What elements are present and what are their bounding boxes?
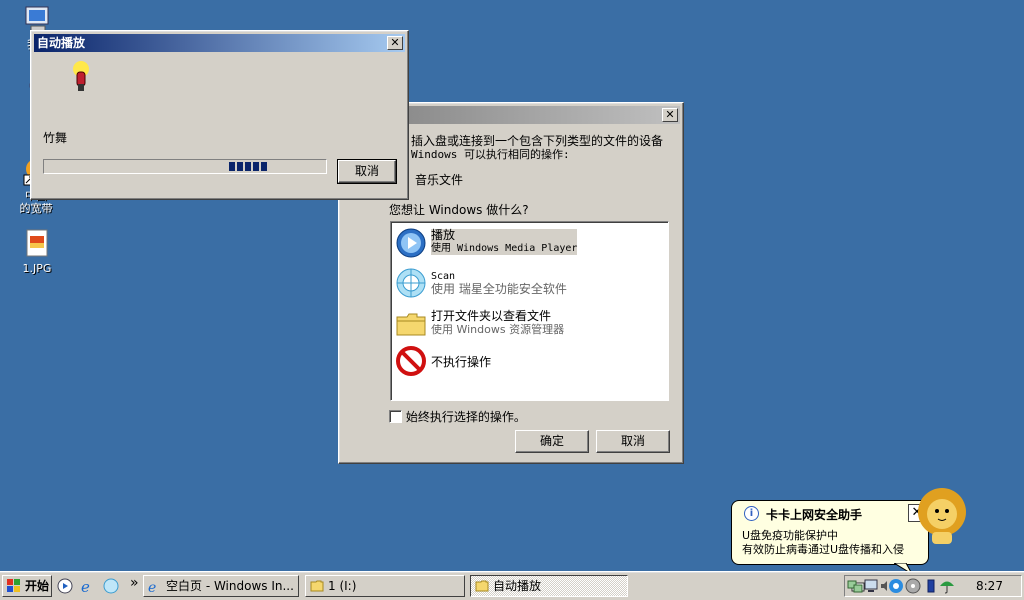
desktop-icon-1-jpg[interactable]: 1.JPG bbox=[5, 228, 69, 275]
internet-explorer-icon: e bbox=[148, 579, 162, 596]
task-button-drive[interactable]: 1 (I:) bbox=[305, 575, 465, 597]
option-subtitle: 使用 Windows 资源管理器 bbox=[431, 323, 565, 336]
close-icon: ✕ bbox=[390, 36, 400, 49]
option-title: 播放 bbox=[431, 228, 456, 242]
option-title: 打开文件夹以查看文件 bbox=[431, 309, 552, 323]
folder-icon bbox=[395, 309, 427, 342]
option-title: 不执行操作 bbox=[431, 355, 492, 369]
task-button-ie[interactable]: e 空白页 - Windows In... bbox=[143, 575, 299, 597]
option-open-folder[interactable]: 打开文件夹以查看文件 使用 Windows 资源管理器 bbox=[395, 307, 655, 339]
network-icon[interactable] bbox=[847, 578, 863, 597]
ok-button[interactable]: 确定 bbox=[515, 430, 589, 453]
progress-window-titlebar[interactable]: 自动播放 ✕ bbox=[34, 34, 405, 52]
info-icon: i bbox=[744, 506, 759, 521]
clock[interactable]: 8:27 bbox=[976, 578, 1003, 594]
desktop-icon-label: 1.JPG bbox=[22, 262, 52, 275]
option-subtitle: 使用 Windows Media Player bbox=[431, 243, 578, 254]
media-player-icon bbox=[395, 227, 427, 262]
display-icon[interactable] bbox=[864, 578, 880, 597]
close-button[interactable]: ✕ bbox=[387, 36, 403, 50]
quicklaunch-overflow[interactable]: » bbox=[130, 575, 139, 591]
autoplay-progress-window: 自动播放 ✕ 竹舞 取消 bbox=[30, 30, 409, 200]
start-label: 开始 bbox=[25, 579, 50, 593]
close-button[interactable]: ✕ bbox=[662, 108, 678, 122]
antivirus-tray-icon[interactable] bbox=[888, 578, 904, 597]
actions-listbox[interactable]: 播放 使用 Windows Media Player Scan 使用 瑞星全功能… bbox=[390, 221, 669, 401]
svg-text:e: e bbox=[81, 578, 90, 594]
cancel-button[interactable]: 取消 bbox=[596, 430, 670, 453]
system-tray: 8:27 bbox=[844, 575, 1022, 597]
task-label: 自动播放 bbox=[493, 579, 542, 593]
task-button-autoplay[interactable]: 自动播放 bbox=[470, 575, 628, 597]
desktop-icon-label-2: 的宽带 bbox=[19, 202, 53, 215]
task-label: 1 (I:) bbox=[328, 579, 357, 593]
balloon-line-2: 有效防止病毒通过U盘传播和入侵 bbox=[742, 543, 905, 556]
option-subtitle: 使用 瑞星全功能安全软件 bbox=[431, 282, 567, 296]
usb-drive-icon[interactable] bbox=[923, 578, 939, 597]
always-do-label: 始终执行选择的操作。 bbox=[405, 410, 526, 424]
always-do-checkbox[interactable] bbox=[389, 410, 402, 423]
progress-marquee bbox=[229, 162, 267, 171]
window-title: 自动播放 bbox=[37, 36, 86, 50]
intro-line-2: Windows 可以执行相同的操作: bbox=[411, 148, 570, 161]
disc-icon[interactable] bbox=[905, 578, 921, 597]
internet-explorer-icon[interactable]: e bbox=[80, 578, 96, 597]
question-label: 您想让 Windows 做什么? bbox=[389, 203, 529, 217]
svg-text:e: e bbox=[148, 580, 156, 593]
close-icon: ✕ bbox=[665, 108, 675, 121]
cancel-button[interactable]: 取消 bbox=[337, 159, 397, 184]
taskbar: 开始 e » e 空白页 - Windows In... 1 (I:) 自动播放 bbox=[0, 571, 1024, 600]
antivirus-icon bbox=[395, 267, 427, 302]
intro-text: 插入盘或连接到一个包含下列类型的文件的设备 Windows 可以执行相同的操作: bbox=[411, 134, 681, 162]
item-name: 竹舞 bbox=[43, 131, 68, 145]
umbrella-icon[interactable] bbox=[939, 578, 955, 597]
intro-line-1: 插入盘或连接到一个包含下列类型的文件的设备 bbox=[411, 134, 664, 148]
option-take-no-action[interactable]: 不执行操作 bbox=[395, 345, 655, 377]
folder-icon bbox=[310, 579, 324, 593]
no-action-icon bbox=[395, 345, 427, 380]
windows-logo-icon bbox=[7, 579, 21, 593]
security-shield-icon[interactable] bbox=[103, 578, 119, 597]
image-file-icon bbox=[21, 228, 53, 260]
option-scan[interactable]: Scan 使用 瑞星全功能安全软件 bbox=[395, 267, 655, 299]
option-play[interactable]: 播放 使用 Windows Media Player bbox=[395, 227, 655, 259]
notification-balloon[interactable]: i 卡卡上网安全助手 ✕ U盘免疫功能保护中 有效防止病毒通过U盘传播和入侵 bbox=[731, 500, 929, 575]
volume-icon[interactable] bbox=[880, 578, 888, 597]
progress-bar bbox=[43, 159, 327, 174]
task-label: 空白页 - Windows In... bbox=[166, 579, 294, 593]
content-type-label: 音乐文件 bbox=[415, 173, 464, 187]
start-button[interactable]: 开始 bbox=[2, 575, 52, 597]
folder-icon bbox=[475, 579, 489, 593]
show-desktop-icon[interactable] bbox=[57, 578, 73, 597]
lion-mascot-icon[interactable] bbox=[912, 484, 972, 551]
balloon-title: 卡卡上网安全助手 bbox=[766, 508, 863, 522]
flashlight-icon bbox=[69, 60, 93, 97]
always-do-checkbox-row[interactable]: 始终执行选择的操作。 bbox=[389, 408, 526, 425]
